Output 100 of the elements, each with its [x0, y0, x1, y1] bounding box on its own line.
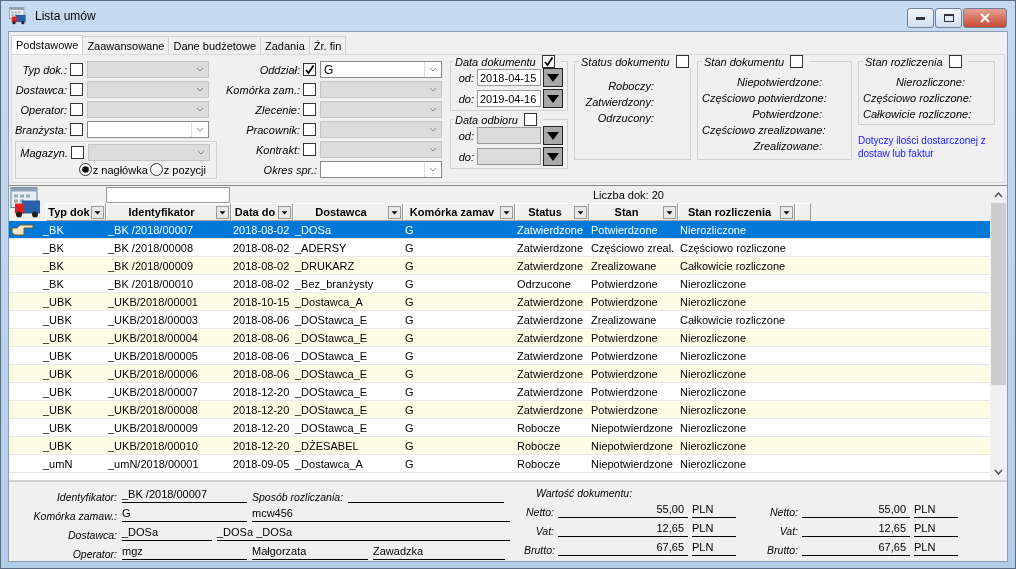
field-label: Brutto: [766, 544, 798, 556]
table-cell-text: _DRUKARZ [294, 259, 356, 272]
checkbox[interactable] [790, 55, 804, 68]
table-cell-text: 2018-08-02 [232, 259, 291, 272]
dropdown[interactable]: G [320, 61, 442, 78]
filter-button[interactable] [91, 206, 104, 219]
checkbox[interactable] [524, 113, 537, 126]
table-row[interactable]: _BK _BK /2018/00009 2018-08-02 _DRUKARZ G Zatwierdzone Zrealizowane Całkowicie rozliczone [9, 257, 990, 275]
status-label: Nierozliczone: [894, 76, 966, 88]
close-button[interactable] [963, 8, 1007, 28]
filter-label: Pracownik: [245, 123, 301, 136]
table-row[interactable]: _UBK _UKB/2018/00004 2018-08-06 _DOStawca_E G Zatwierdzone Potwierdzone Nierozliczone [9, 329, 990, 347]
table-cell-text: _UBK [42, 367, 73, 380]
filter-button[interactable] [500, 206, 513, 219]
column-header[interactable]: Dostawca [293, 203, 403, 221]
table-cell-text: _Dostawca_A [294, 457, 364, 470]
checkbox[interactable] [70, 123, 83, 136]
dropdown-button[interactable] [543, 89, 563, 108]
table-cell-text: Nierozliczone [679, 421, 748, 434]
table-cell-text: G [404, 313, 415, 326]
filter-button[interactable] [780, 206, 793, 219]
filter-button[interactable] [574, 206, 587, 219]
maximize-icon [943, 14, 954, 22]
scrollbar[interactable] [990, 186, 1007, 480]
table-cell-text: _UBK [42, 439, 73, 452]
checkbox[interactable] [303, 63, 316, 76]
table-cell-text: Nierozliczone [679, 385, 748, 398]
date-field[interactable]: 2018-04-15 [477, 69, 541, 86]
field-label: Brutto: [524, 544, 554, 556]
dropdown-button[interactable] [543, 68, 563, 87]
amount-value: 67,65 [558, 541, 688, 556]
column-header[interactable]: Identyfikator [106, 203, 231, 221]
filter-label: Komórka zam.: [225, 83, 301, 96]
filter-label: Branżysta: [14, 123, 68, 136]
field-label: Operator: [71, 548, 117, 560]
column-header[interactable]: Data do [231, 203, 293, 221]
field-label: Netto: [525, 506, 554, 518]
table-cell-text: Potwierdzone [590, 403, 659, 416]
table-cell-text: _DOStawca_E [294, 313, 369, 326]
table-cell-text: G [404, 367, 415, 380]
table-cell-text: Nierozliczone [679, 277, 748, 290]
table-cell-text: Potwierdzone [590, 295, 659, 308]
table-cell-text: Zatwierdzone [516, 349, 585, 362]
filter-button[interactable] [388, 206, 401, 219]
table-row[interactable]: _UBK _UKB/2018/00001 2018-10-15 _Dostawca_A G Zatwierdzone Potwierdzone Nierozliczone [9, 293, 990, 311]
checkbox[interactable] [948, 55, 962, 68]
table-cell-text: Robocze [516, 421, 562, 434]
table-cell-text: Potwierdzone [590, 331, 659, 344]
minimize-button[interactable] [907, 8, 934, 28]
table-row[interactable]: _BK _BK /2018/00007 2018-08-02 _DOSa G Zatwierdzone Potwierdzone Nierozliczone [9, 221, 990, 239]
table-cell-text: _DOStawca_E [294, 349, 369, 362]
date-field[interactable]: 2019-04-16 [477, 90, 541, 107]
column-header[interactable]: Status [515, 203, 589, 221]
filter-label: Dostawca: [14, 83, 68, 96]
table-cell-text: Całkowicie rozliczone [679, 259, 787, 272]
amount-value: 12,65 [802, 522, 910, 537]
table-cell-text: _UKB/2018/00003 [107, 313, 199, 326]
table-cell-text: _BK [42, 223, 65, 236]
table-cell-text: _BK /2018/00008 [107, 241, 195, 254]
maximize-button[interactable] [935, 8, 962, 28]
filter-button[interactable] [216, 206, 229, 219]
table-cell-text: _DOStawca_E [294, 403, 369, 416]
table-row[interactable]: _UBK _UKB/2018/00006 2018-08-06 _DOStawca_E G Zatwierdzone Potwierdzone Nierozliczone [9, 365, 990, 383]
table-cell-text: G [404, 259, 415, 272]
table-cell-text: Zrealizowane [590, 259, 658, 272]
currency-value: PLN [914, 503, 958, 518]
field-value: _BK /2018/00007 [122, 488, 247, 503]
filter-button[interactable] [663, 206, 676, 219]
scrollbar-thumb[interactable] [991, 203, 1006, 385]
table-cell-text: Zatwierdzone [516, 223, 585, 236]
truck-icon [9, 7, 29, 25]
column-header[interactable]: Komórka zamav [403, 203, 515, 221]
checkbox[interactable] [541, 55, 555, 68]
checkbox[interactable] [675, 55, 689, 68]
search-field[interactable] [106, 186, 230, 203]
table-row[interactable]: _UBK _UKB/2018/00008 2018-12-20 _DOStawca_E G Zatwierdzone Potwierdzone Nierozliczone [9, 401, 990, 419]
table-cell-text: _DOStawca_E [294, 367, 369, 380]
status-label: Częściowo zrealizowane: [702, 124, 827, 136]
table-cell-text: Nierozliczone [679, 439, 748, 452]
field-label: Vat: [778, 525, 798, 537]
filter-button[interactable] [278, 206, 291, 219]
table-row[interactable]: _UBK _UKB/2018/00010 2018-12-20 _DŻESABEL G Robocze Niepotwierdzone Nierozliczone [9, 437, 990, 455]
table-cell-text: Zatwierdzone [516, 241, 585, 254]
dropdown[interactable] [320, 161, 442, 178]
tab[interactable]: Podstawowe [11, 35, 84, 54]
table-cell-text: Nierozliczone [679, 403, 748, 416]
column-header[interactable]: Typ dok [46, 203, 106, 221]
dropdown-button[interactable] [543, 126, 563, 145]
table-cell-text: 2018-12-20 [232, 439, 291, 452]
dropdown-button[interactable] [543, 147, 563, 166]
column-header[interactable]: Stan rozliczenia [678, 203, 795, 221]
table-cell-text: _BK [42, 259, 65, 272]
table-cell-text: _DŻESABEL [294, 439, 360, 452]
table-cell-text: _BK [42, 277, 65, 290]
table-cell-text: Niepotwierdzone [590, 439, 674, 452]
table-cell-text: _DOSa [294, 223, 333, 236]
tab[interactable]: Źr. fin [308, 36, 347, 54]
status-label: Niepotwierdzone: [736, 76, 823, 88]
status-label: Roboczy: [607, 80, 655, 92]
column-header[interactable]: Stan [589, 203, 678, 221]
